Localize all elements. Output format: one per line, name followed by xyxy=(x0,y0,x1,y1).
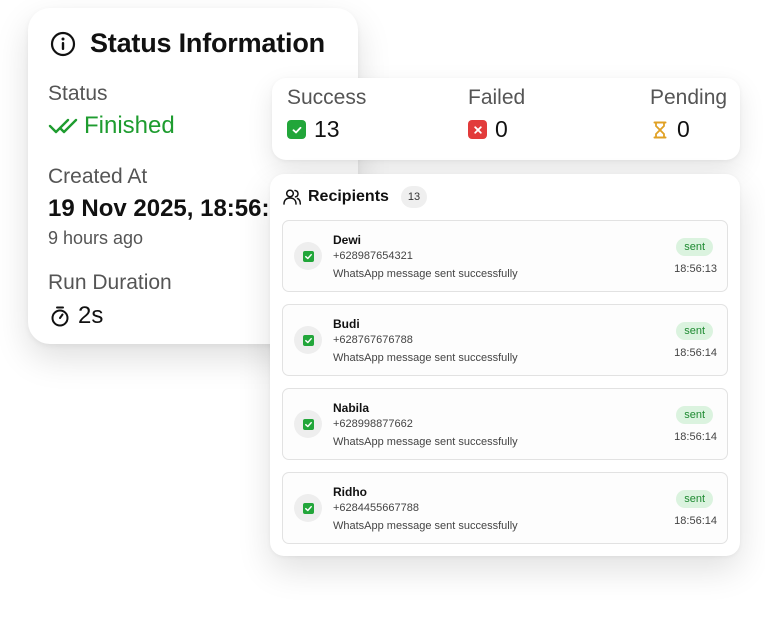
recipient-time: 18:56:14 xyxy=(674,515,717,527)
recipient-item[interactable]: Budi +628767676788 WhatsApp message sent… xyxy=(282,304,728,376)
status-title-row: Status Information xyxy=(50,28,325,59)
recipient-item[interactable]: Nabila +628998877662 WhatsApp message se… xyxy=(282,388,728,460)
created-at-label: Created At xyxy=(48,165,148,188)
recipient-status-badge: sent xyxy=(676,406,713,424)
recipients-header: Recipients 13 xyxy=(282,186,428,208)
recipient-status-avatar xyxy=(294,242,322,270)
stat-success: Success 13 xyxy=(287,86,366,143)
recipients-count-badge: 13 xyxy=(400,186,428,208)
info-icon xyxy=(50,31,76,57)
check-square-icon xyxy=(302,502,314,514)
recipient-message: WhatsApp message sent successfully xyxy=(333,436,518,448)
recipients-title: Recipients xyxy=(308,188,389,205)
stat-failed-value: 0 xyxy=(495,116,508,142)
recipients-card: Recipients 13 Dewi +628987654321 WhatsAp… xyxy=(270,174,740,556)
recipient-name: Nabila xyxy=(333,401,370,415)
recipient-status-badge: sent xyxy=(676,322,713,340)
run-duration-label: Run Duration xyxy=(48,271,172,294)
recipient-time: 18:56:14 xyxy=(674,431,717,443)
status-value-text: Finished xyxy=(84,112,175,139)
status-label: Status xyxy=(48,82,108,105)
recipient-item[interactable]: Ridho +6284455667788 WhatsApp message se… xyxy=(282,472,728,544)
stat-success-label: Success xyxy=(287,86,367,109)
recipient-message: WhatsApp message sent successfully xyxy=(333,268,518,280)
check-square-icon xyxy=(302,334,314,346)
run-duration-text: 2s xyxy=(78,302,104,329)
recipient-item[interactable]: Dewi +628987654321 WhatsApp message sent… xyxy=(282,220,728,292)
run-duration-value: 2s xyxy=(50,302,103,330)
hourglass-icon xyxy=(650,120,669,139)
recipient-time: 18:56:14 xyxy=(674,347,717,359)
status-title: Status Information xyxy=(90,28,325,58)
recipient-status-avatar xyxy=(294,410,322,438)
check-square-icon xyxy=(302,250,314,262)
recipient-status-avatar xyxy=(294,494,322,522)
stat-failed: Failed 0 xyxy=(468,86,525,143)
recipient-phone: +628987654321 xyxy=(333,250,413,262)
recipient-phone: +6284455667788 xyxy=(333,502,419,514)
users-icon xyxy=(282,187,302,207)
recipient-name: Dewi xyxy=(333,233,362,247)
timer-icon xyxy=(50,305,70,327)
stat-failed-label: Failed xyxy=(468,86,526,109)
stat-pending: Pending 0 xyxy=(650,86,727,143)
recipient-name: Ridho xyxy=(333,485,367,499)
status-value: Finished xyxy=(48,112,175,140)
stat-pending-label: Pending xyxy=(650,86,728,109)
check-square-icon xyxy=(302,418,314,430)
recipient-name: Budi xyxy=(333,317,360,331)
created-at-value: 19 Nov 2025, 18:56:13 xyxy=(48,195,297,222)
recipient-message: WhatsApp message sent successfully xyxy=(333,352,518,364)
check-square-icon xyxy=(287,120,306,139)
stat-success-value: 13 xyxy=(314,116,340,142)
stat-pending-value: 0 xyxy=(677,116,690,142)
recipient-status-badge: sent xyxy=(676,490,713,508)
double-check-icon xyxy=(48,115,78,137)
recipient-status-badge: sent xyxy=(676,238,713,256)
recipient-message: WhatsApp message sent successfully xyxy=(333,520,518,532)
recipient-phone: +628998877662 xyxy=(333,418,413,430)
stats-summary-card: Success 13 Failed 0 Pending 0 xyxy=(272,78,740,160)
recipient-phone: +628767676788 xyxy=(333,334,413,346)
created-at-relative: 9 hours ago xyxy=(48,228,144,248)
recipient-time: 18:56:13 xyxy=(674,263,717,275)
x-square-icon xyxy=(468,120,487,139)
recipient-status-avatar xyxy=(294,326,322,354)
